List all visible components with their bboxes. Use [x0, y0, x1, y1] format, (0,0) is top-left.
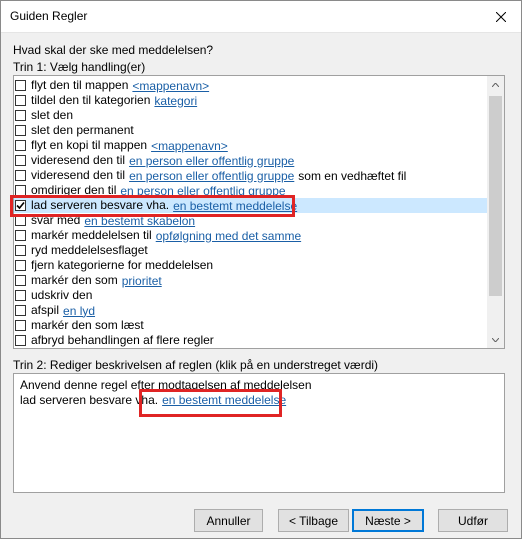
close-icon [496, 11, 506, 22]
checkmark-icon [16, 201, 25, 210]
action-checkbox[interactable] [15, 290, 26, 301]
action-value-link[interactable]: opfølgning med det samme [156, 229, 301, 243]
description-message-link[interactable]: en bestemt meddelelse [162, 393, 286, 407]
action-label: omdiriger den til [31, 183, 117, 197]
action-checkbox[interactable] [15, 185, 26, 196]
arrow-up-icon [492, 82, 499, 87]
action-item[interactable]: udskriv den [14, 288, 488, 303]
title-bar: Guiden Regler [1, 1, 521, 33]
scrollbar-thumb[interactable] [489, 96, 502, 296]
action-label: fjern kategorierne for meddelelsen [31, 258, 214, 272]
action-value-link[interactable]: en person eller offentlig gruppe [129, 154, 294, 168]
actions-listbox[interactable]: flyt den til mappen <mappenavn> tildel den… [13, 75, 505, 349]
description-line-2: lad serveren besvare vha. en bestemt medd… [20, 393, 286, 407]
action-checkbox[interactable] [15, 335, 26, 346]
action-item[interactable]: flyt den til mappen <mappenavn> [14, 78, 488, 93]
action-value-link[interactable]: en bestemt meddelelse [173, 199, 297, 213]
action-checkbox[interactable] [15, 305, 26, 316]
actions-list: flyt den til mappen <mappenavn> tildel den… [14, 78, 488, 348]
action-checkbox[interactable] [15, 140, 26, 151]
action-checkbox[interactable] [15, 110, 26, 121]
action-value-link[interactable]: en lyd [63, 304, 95, 318]
action-checkbox[interactable] [15, 215, 26, 226]
action-checkbox[interactable] [15, 200, 26, 211]
action-label: afspil [31, 303, 60, 317]
action-item[interactable]: afspil en lyd [14, 303, 488, 318]
action-label: slet den permanent [31, 123, 134, 137]
action-item[interactable]: videresend den til en person eller offent… [14, 168, 488, 183]
action-item[interactable]: markér den som prioritet [14, 273, 488, 288]
action-value-link[interactable]: prioritet [122, 274, 162, 288]
action-value-link[interactable]: en bestemt skabelon [84, 214, 195, 228]
action-item[interactable]: slet den [14, 108, 488, 123]
window-title: Guiden Regler [10, 9, 88, 23]
rules-wizard-dialog: Guiden Regler Hvad skal der ske med medd… [0, 0, 522, 539]
action-label: lad serveren besvare vha. [31, 198, 170, 212]
action-checkbox[interactable] [15, 80, 26, 91]
action-label: markér meddelelsen til [31, 228, 152, 242]
action-value-link[interactable]: <mappenavn> [151, 139, 228, 153]
action-item[interactable]: videresend den til en person eller offent… [14, 153, 488, 168]
close-button[interactable] [481, 1, 521, 32]
action-label: markér den som [31, 273, 118, 287]
action-checkbox[interactable] [15, 245, 26, 256]
description-line-1: Anvend denne regel efter modtagelsen af … [20, 378, 312, 392]
action-label: afbryd behandlingen af flere regler [31, 333, 214, 347]
description-action-text: lad serveren besvare vha. [20, 393, 159, 407]
arrow-down-icon [492, 337, 499, 342]
scroll-up-button[interactable] [487, 76, 504, 93]
action-checkbox[interactable] [15, 170, 26, 181]
next-button[interactable]: Næste > [352, 509, 424, 532]
action-label: tildel den til kategorien [31, 93, 151, 107]
action-label: svar med [31, 213, 81, 227]
action-label: ryd meddelelsesflaget [31, 243, 148, 257]
action-item[interactable]: omdiriger den til en person eller offentl… [14, 183, 488, 198]
action-item[interactable]: markér den som læst [14, 318, 488, 333]
action-suffix: som en vedhæftet fil [298, 168, 407, 183]
action-checkbox[interactable] [15, 275, 26, 286]
action-checkbox[interactable] [15, 95, 26, 106]
action-item[interactable]: tildel den til kategorien kategori [14, 93, 488, 108]
action-value-link[interactable]: en person eller offentlig gruppe [129, 169, 294, 183]
scrollbar[interactable] [487, 76, 504, 348]
action-value-link[interactable]: <mappenavn> [132, 79, 209, 93]
action-checkbox[interactable] [15, 260, 26, 271]
action-label: flyt den til mappen [31, 78, 129, 92]
action-label: flyt en kopi til mappen [31, 138, 148, 152]
action-label: markér den som læst [31, 318, 144, 332]
action-checkbox[interactable] [15, 230, 26, 241]
action-checkbox[interactable] [15, 320, 26, 331]
action-item[interactable]: markér meddelelsen til opfølgning med det… [14, 228, 488, 243]
step1-label: Trin 1: Vælg handling(er) [13, 60, 146, 74]
action-label: videresend den til [31, 168, 126, 182]
rule-description-box: Anvend denne regel efter modtagelsen af … [13, 373, 505, 493]
wizard-prompt: Hvad skal der ske med meddelelsen? [13, 43, 214, 57]
scroll-down-button[interactable] [487, 331, 504, 348]
back-button[interactable]: < Tilbage [278, 509, 349, 532]
action-item[interactable]: afbryd behandlingen af flere regler [14, 333, 488, 348]
action-item[interactable]: lad serveren besvare vha. en bestemt medd… [14, 198, 488, 213]
action-label: slet den [31, 108, 74, 122]
action-checkbox[interactable] [15, 125, 26, 136]
step2-label: Trin 2: Rediger beskrivelsen af reglen (… [13, 358, 379, 372]
action-value-link[interactable]: kategori [154, 94, 197, 108]
action-item[interactable]: flyt en kopi til mappen <mappenavn> [14, 138, 488, 153]
cancel-button[interactable]: Annuller [194, 509, 263, 532]
action-item[interactable]: ryd meddelelsesflaget [14, 243, 488, 258]
action-label: videresend den til [31, 153, 126, 167]
action-item[interactable]: fjern kategorierne for meddelelsen [14, 258, 488, 273]
action-value-link[interactable]: en person eller offentlig gruppe [120, 184, 285, 198]
action-item[interactable]: slet den permanent [14, 123, 488, 138]
action-label: udskriv den [31, 288, 93, 302]
action-checkbox[interactable] [15, 155, 26, 166]
action-item[interactable]: svar med en bestemt skabelon [14, 213, 488, 228]
finish-button[interactable]: Udfør [438, 509, 508, 532]
